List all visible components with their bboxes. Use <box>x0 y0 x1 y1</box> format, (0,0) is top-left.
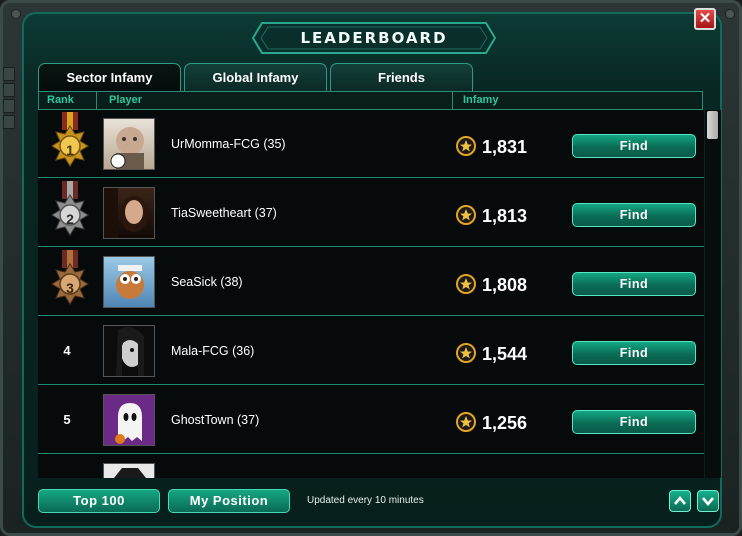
update-note: Updated every 10 minutes <box>307 495 424 506</box>
player-name: UrMomma-FCG (35) <box>171 137 286 151</box>
star-shield-icon <box>456 205 476 225</box>
player-name: SeaSick (38) <box>171 275 243 289</box>
column-divider <box>452 92 453 109</box>
tab-sector-infamy[interactable]: Sector Infamy <box>38 63 181 92</box>
scrollbar-thumb[interactable] <box>707 111 718 139</box>
title-plate: LEADERBOARD <box>252 22 496 54</box>
infamy-score: 1,813 <box>482 206 528 226</box>
top-100-button[interactable]: Top 100 <box>38 489 160 513</box>
avatar[interactable] <box>103 187 155 239</box>
column-rank: Rank <box>47 94 74 106</box>
table-row-partial <box>38 455 704 478</box>
tab-label: Sector Infamy <box>66 70 153 85</box>
infamy-score: 1,544 <box>482 344 528 364</box>
avatar[interactable] <box>103 325 155 377</box>
rank-number: 2 <box>66 211 74 227</box>
table-row: 3 SeaSick (38) 1,808 Find <box>38 248 704 316</box>
column-infamy: Infamy <box>463 94 499 106</box>
avatar[interactable] <box>103 463 155 478</box>
my-position-button[interactable]: My Position <box>168 489 290 513</box>
table-row: 5 GhostTown (37) 1,256 Find <box>38 386 704 454</box>
frame-bolt <box>725 9 735 19</box>
scroll-up-button[interactable] <box>669 490 691 512</box>
avatar[interactable] <box>103 394 155 446</box>
star-shield-icon <box>456 274 476 294</box>
infamy-score: 1,256 <box>482 413 528 433</box>
table-row: 2 TiaSweetheart (37) 1,813 Find <box>38 179 704 247</box>
find-button[interactable]: Find <box>572 134 696 158</box>
close-icon: ✕ <box>698 10 712 27</box>
leaderboard-list[interactable]: 1 UrMomma-FCG (35) 1,831 Find 2 TiaSweet… <box>38 110 704 478</box>
frame-notch <box>3 115 15 129</box>
tab-friends[interactable]: Friends <box>330 63 473 91</box>
infamy-score: 1,808 <box>482 275 528 295</box>
chevron-down-icon <box>702 497 714 507</box>
scroll-down-button[interactable] <box>697 490 719 512</box>
star-shield-icon <box>456 412 476 432</box>
avatar[interactable] <box>103 256 155 308</box>
frame-bolt <box>11 9 21 19</box>
rank-number: 4 <box>63 343 71 358</box>
column-header: Rank Player Infamy <box>38 91 703 110</box>
tab-label: Friends <box>378 70 425 85</box>
table-row: 4 Mala-FCG (36) 1,544 Find <box>38 317 704 385</box>
find-button[interactable]: Find <box>572 341 696 365</box>
star-shield-icon <box>456 343 476 363</box>
infamy-score: 1,831 <box>482 137 528 157</box>
rank-number: 1 <box>66 142 74 158</box>
column-player: Player <box>109 94 143 106</box>
rank-number: 3 <box>66 280 74 296</box>
tab-global-infamy[interactable]: Global Infamy <box>184 63 327 91</box>
avatar[interactable] <box>103 118 155 170</box>
chevron-up-icon <box>674 495 686 505</box>
column-divider <box>96 92 97 109</box>
frame-notch <box>3 83 15 97</box>
frame-notch <box>3 67 15 81</box>
table-row: 1 UrMomma-FCG (35) 1,831 Find <box>38 110 704 178</box>
frame-notch <box>3 99 15 113</box>
scrollbar[interactable] <box>705 110 721 478</box>
star-shield-icon <box>456 136 476 156</box>
window-title: LEADERBOARD <box>300 29 448 47</box>
tab-label: Global Infamy <box>212 70 299 85</box>
close-button[interactable]: ✕ <box>694 8 716 30</box>
player-name: Mala-FCG (36) <box>171 344 255 358</box>
find-button[interactable]: Find <box>572 203 696 227</box>
find-button[interactable]: Find <box>572 272 696 296</box>
player-name: GhostTown (37) <box>171 413 260 427</box>
rank-number: 5 <box>63 412 71 427</box>
find-button[interactable]: Find <box>572 410 696 434</box>
player-name: TiaSweetheart (37) <box>171 206 277 220</box>
